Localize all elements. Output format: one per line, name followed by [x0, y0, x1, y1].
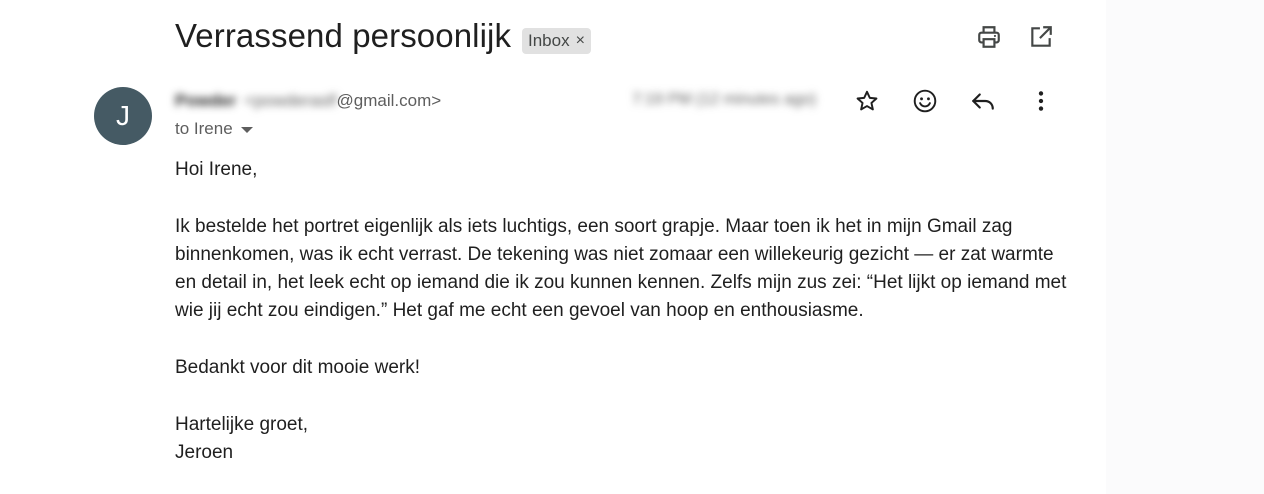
reply-icon	[972, 93, 994, 110]
reply-button[interactable]	[963, 81, 1003, 121]
add-reaction-button[interactable]	[905, 81, 945, 121]
recipient-text: to Irene	[175, 119, 233, 138]
emoji-icon	[913, 89, 937, 113]
sender-email-prefix: <powderaslf	[244, 91, 337, 110]
email-view: Verrassend persoonlijk Inbox × J Powder …	[0, 0, 1264, 494]
signature: Jeroen	[175, 441, 234, 463]
side-panel	[1106, 0, 1264, 494]
more-options-button[interactable]	[1021, 81, 1061, 121]
sender-name[interactable]: Powder	[175, 91, 236, 111]
sender-line: Powder <powderaslf @gmail.com>	[175, 90, 441, 112]
sender-email-domain: @gmail.com>	[336, 91, 442, 110]
star-button[interactable]	[847, 81, 887, 121]
body-paragraph: Ik bestelde het portret eigenlijk als ie…	[175, 215, 1067, 322]
email-subject: Verrassend persoonlijk	[175, 17, 512, 54]
inbox-label-chip[interactable]: Inbox ×	[522, 28, 591, 54]
star-icon	[856, 90, 878, 111]
show-details-chevron-icon[interactable]	[240, 127, 253, 133]
thanks-line: Bedankt voor dit mooie werk!	[175, 357, 421, 379]
label-text: Inbox	[528, 31, 570, 50]
sender-avatar[interactable]: J	[94, 87, 152, 145]
open-in-new-window-icon	[1031, 26, 1052, 47]
print-icon	[978, 26, 1000, 48]
email-timestamp: 7:19 PM (12 minutes ago)	[632, 91, 817, 108]
remove-label-icon[interactable]: ×	[576, 32, 585, 50]
greeting: Hoi Irene,	[175, 159, 258, 180]
email-body: Hoi Irene, Ik bestelde het portret eigen…	[175, 156, 1075, 467]
print-button[interactable]	[969, 17, 1009, 57]
more-vert-icon	[1038, 91, 1044, 111]
open-in-new-window-button[interactable]	[1021, 17, 1061, 57]
recipient-line: to Irene	[175, 119, 253, 139]
closing-line: Hartelijke groet,	[175, 413, 309, 435]
